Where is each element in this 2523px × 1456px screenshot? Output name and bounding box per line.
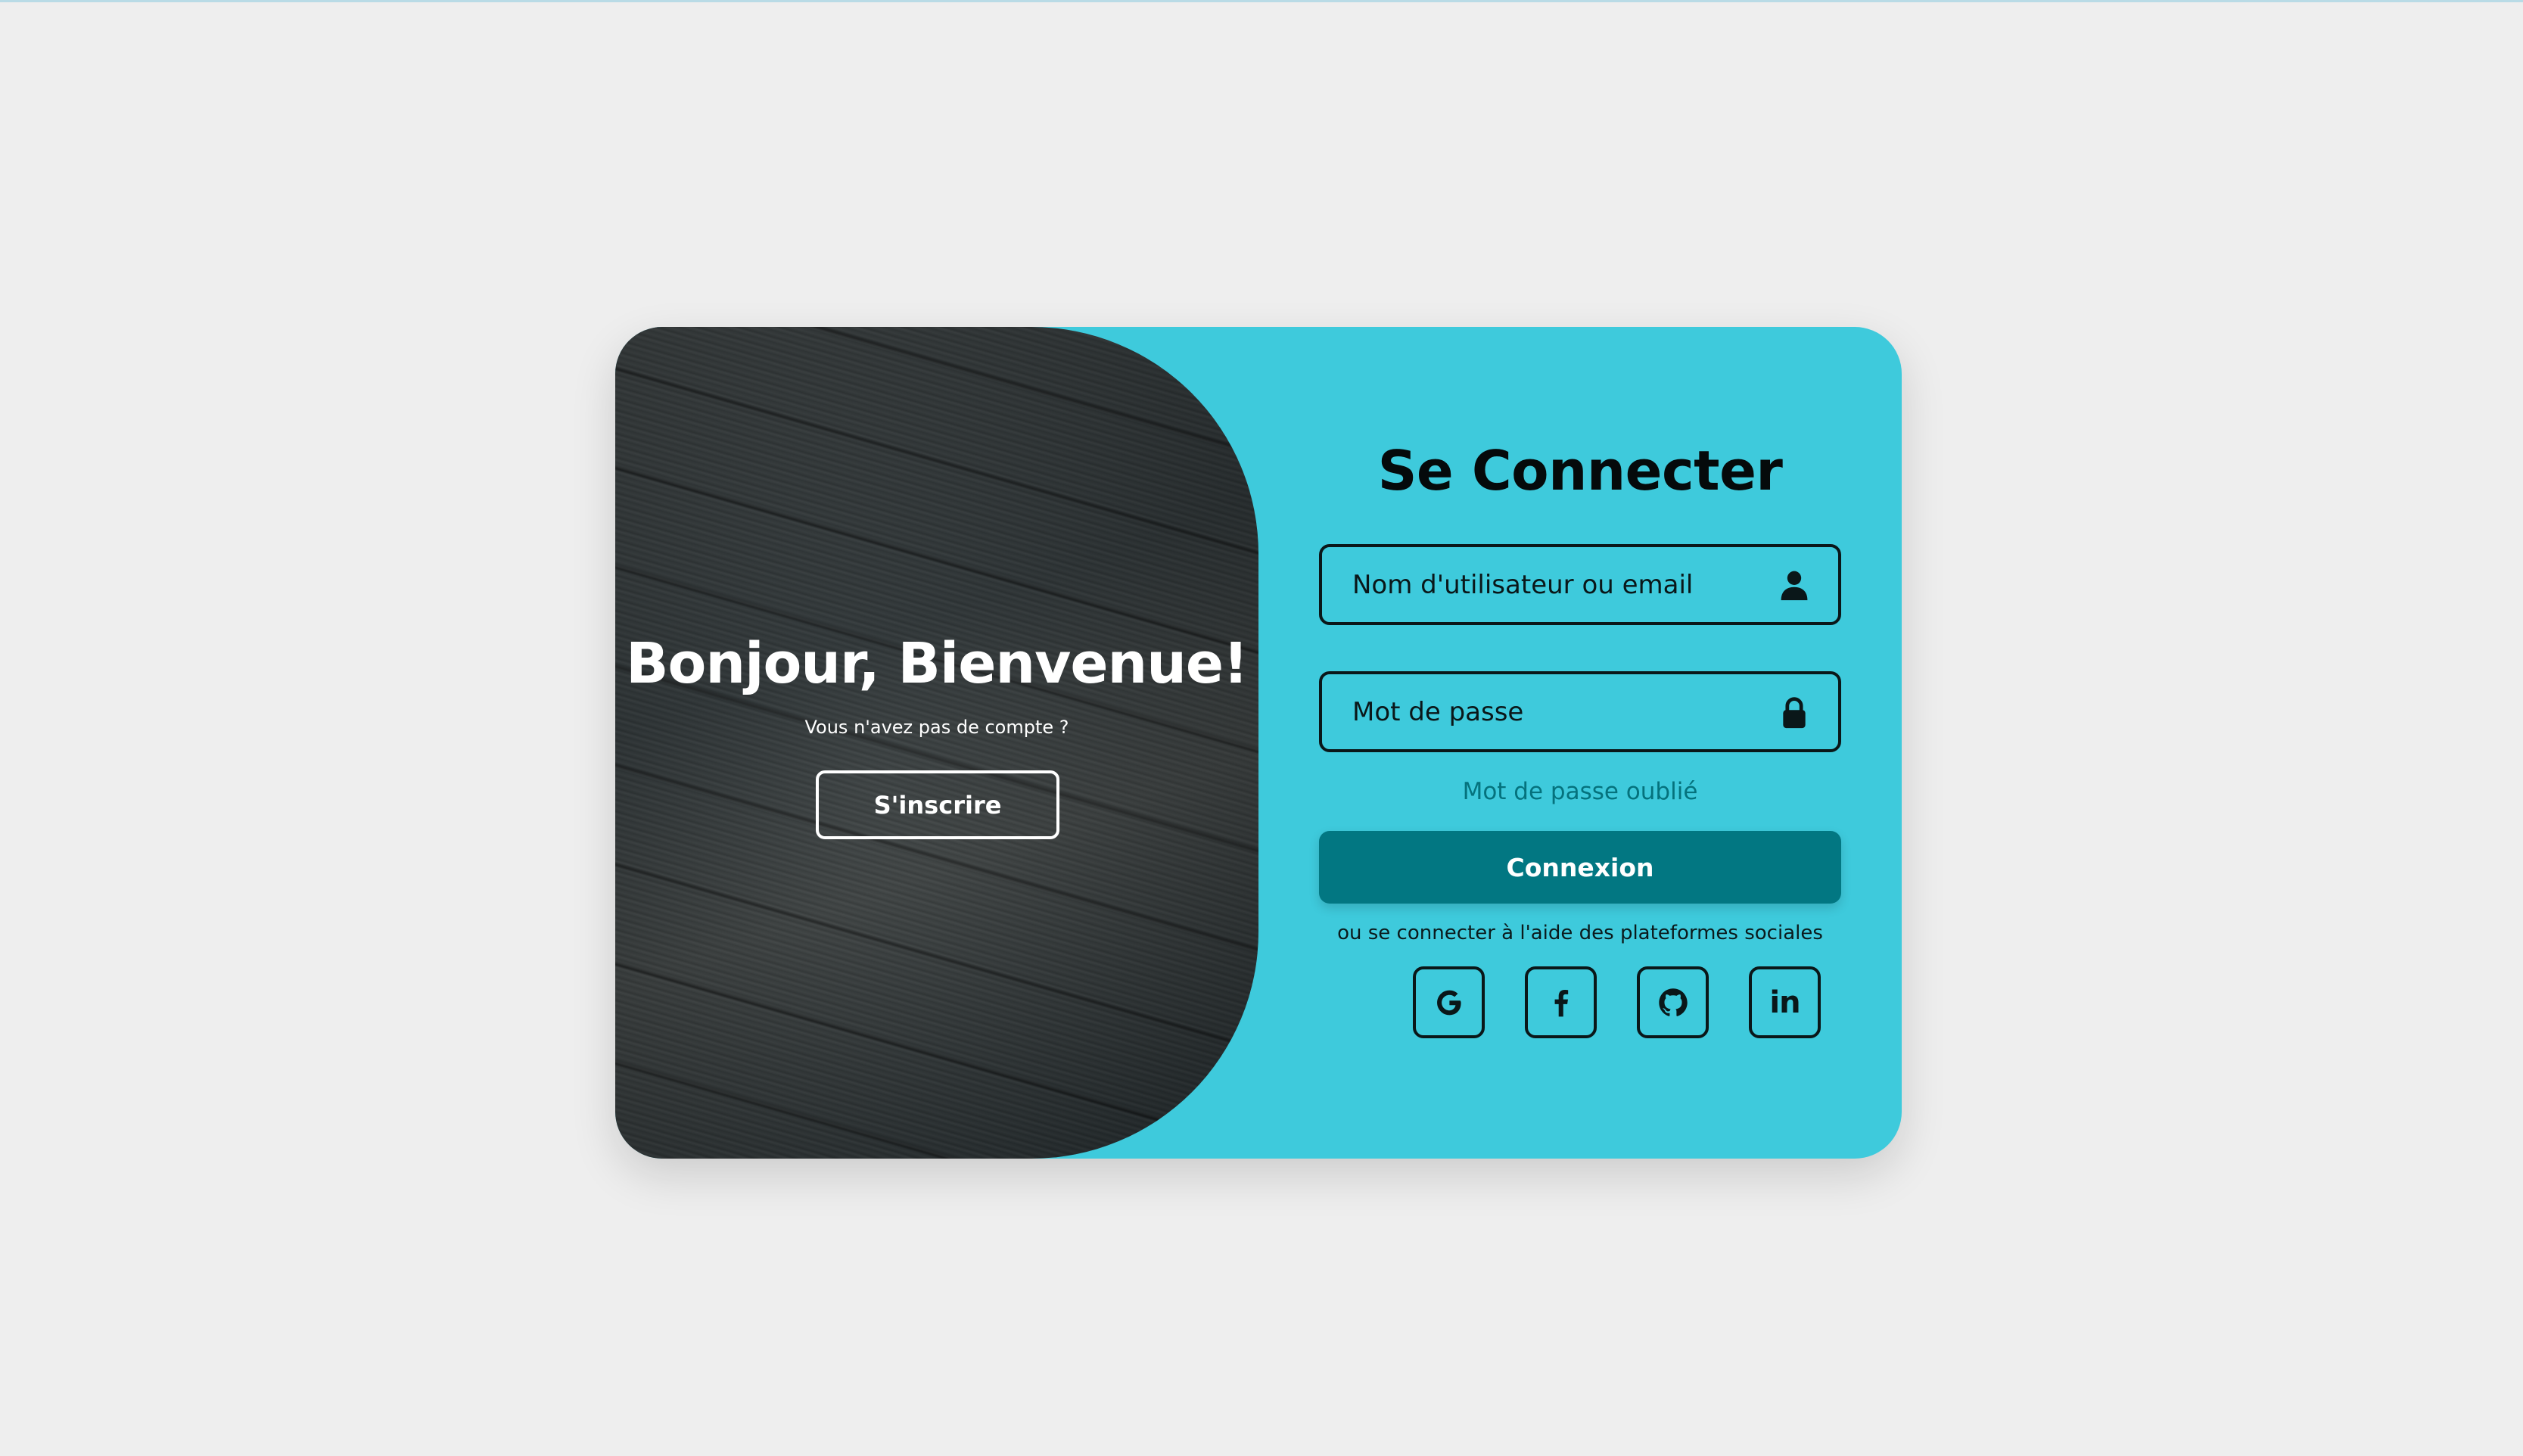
linkedin-login-button[interactable]: in	[1749, 966, 1821, 1038]
github-login-button[interactable]	[1637, 966, 1709, 1038]
login-title: Se Connecter	[1377, 439, 1783, 502]
welcome-subtitle: Vous n'avez pas de compte ?	[804, 717, 1069, 738]
login-button[interactable]: Connexion	[1319, 831, 1841, 904]
wood-texture-background	[615, 327, 1258, 1159]
linkedin-icon: in	[1769, 985, 1800, 1020]
signup-button[interactable]: S'inscrire	[816, 770, 1059, 839]
facebook-login-button[interactable]	[1525, 966, 1597, 1038]
user-icon	[1781, 571, 1808, 600]
github-icon	[1658, 988, 1688, 1016]
welcome-panel: Bonjour, Bienvenue! Vous n'avez pas de c…	[615, 327, 1258, 1159]
username-field[interactable]	[1319, 544, 1841, 625]
social-login-row: in	[1258, 966, 1902, 1039]
google-login-button[interactable]	[1413, 966, 1485, 1038]
google-icon	[1436, 990, 1461, 1015]
welcome-title: Bonjour, Bienvenue!	[626, 631, 1249, 696]
username-input[interactable]	[1322, 547, 1838, 622]
password-input[interactable]	[1322, 674, 1838, 749]
password-field[interactable]	[1319, 671, 1841, 752]
auth-card: Bonjour, Bienvenue! Vous n'avez pas de c…	[615, 327, 1902, 1159]
top-border-line	[0, 0, 2523, 2]
lock-icon	[1783, 696, 1806, 728]
facebook-icon	[1554, 989, 1568, 1016]
social-login-text: ou se connecter à l'aide des plateformes…	[1337, 922, 1823, 944]
forgot-password-link[interactable]: Mot de passe oublié	[1258, 778, 1902, 805]
